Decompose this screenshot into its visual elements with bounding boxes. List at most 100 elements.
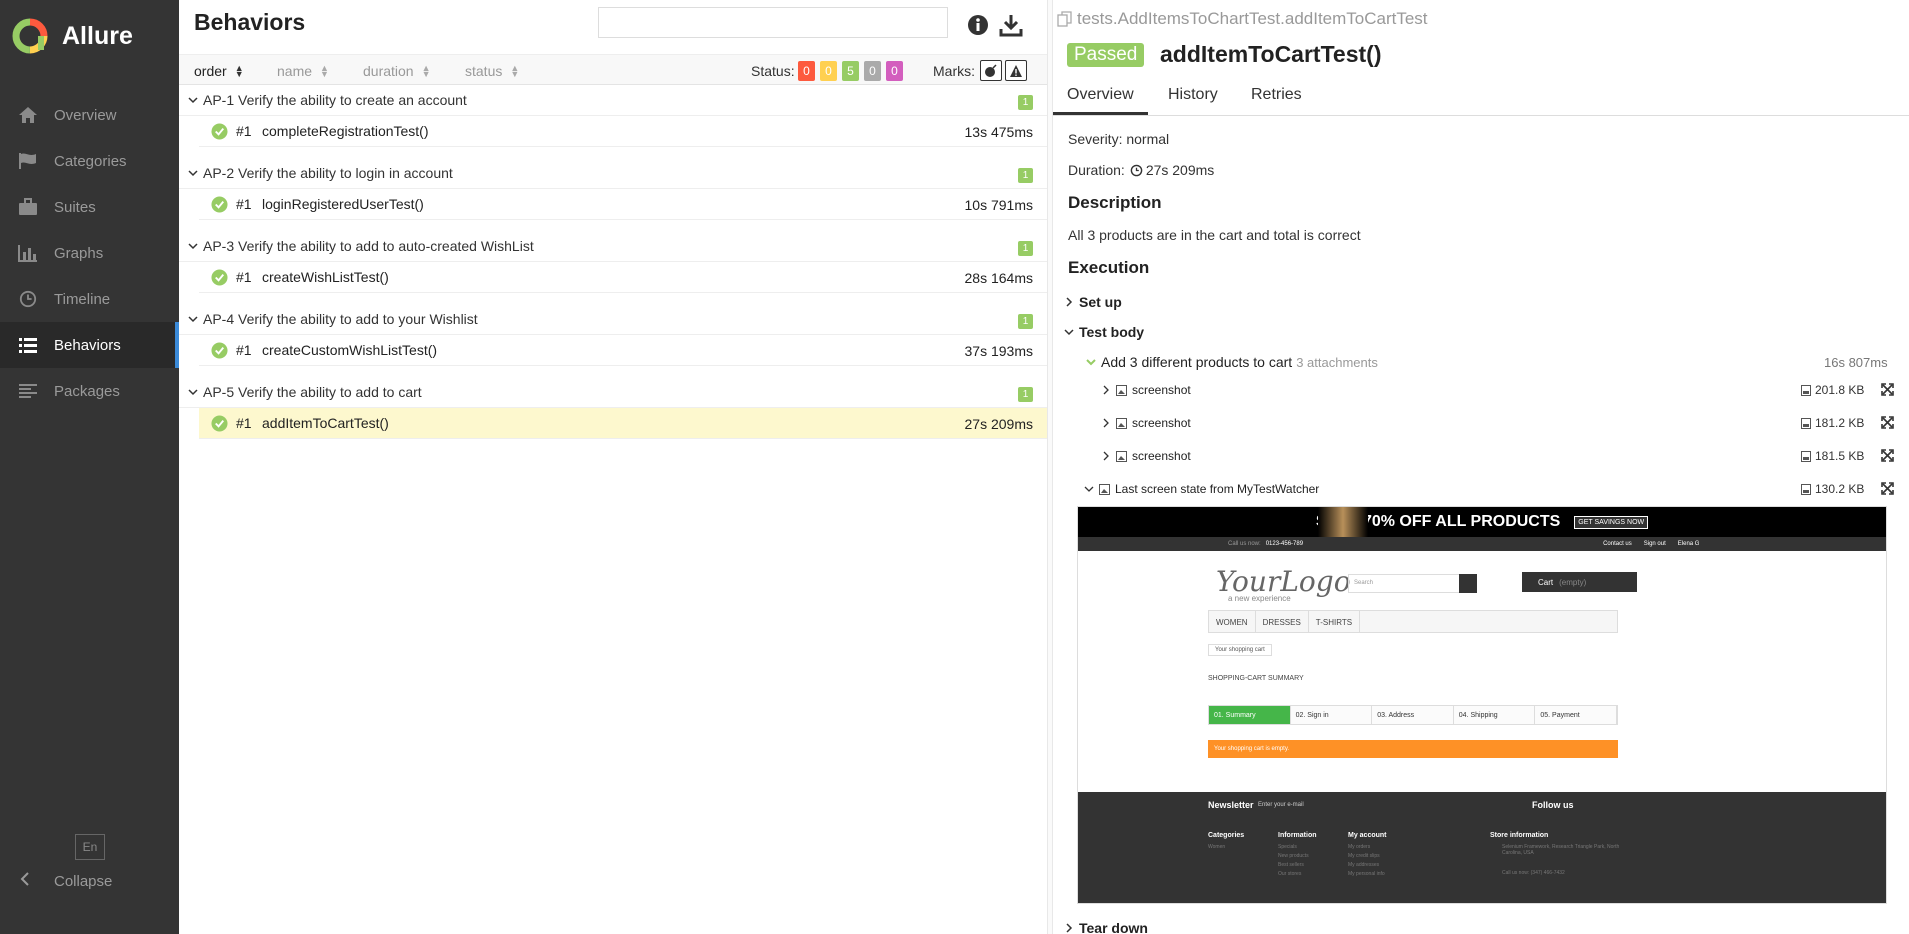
test-row[interactable]: #1 createWishListTest() 28s 164ms [199,262,1047,293]
description-heading: Description [1068,193,1162,212]
expand-icon[interactable] [1881,383,1894,396]
teardown-section[interactable]: Tear down [1063,920,1148,934]
brand[interactable]: Allure [12,16,133,56]
shot-phone: 0123-456-789 [1265,541,1304,547]
language-switch[interactable]: En [75,834,105,860]
behavior-group: AP-1 Verify the ability to create an acc… [179,85,1047,147]
test-number: #1 [236,196,252,212]
sidebar-item-packages[interactable]: Packages [0,368,179,414]
group-name: AP-2 Verify the ability to login in acco… [203,165,453,181]
test-row[interactable]: #1 createCustomWishListTest() 37s 193ms [199,335,1047,366]
attachment-size: 201.8 KB [1801,383,1864,397]
test-row-selected[interactable]: #1 addItemToCartTest() 27s 209ms [199,408,1047,439]
shot-breadcrumb: Your shopping cart [1208,644,1272,656]
chevron-right-icon [1103,418,1109,428]
test-name: createWishListTest() [262,269,389,285]
sidebar-item-categories[interactable]: Categories [0,138,179,184]
sort-duration[interactable]: duration ▲ ▼ [363,63,431,79]
shot-search: Search [1348,574,1460,593]
attachment-screenshot-preview[interactable]: SALE 70% OFF ALL PRODUCTS GET SAVINGS NO… [1077,506,1887,904]
image-icon [1116,450,1127,462]
test-row[interactable]: #1 completeRegistrationTest() 13s 475ms [199,116,1047,147]
bomb-icon [985,63,997,77]
group-header[interactable]: AP-5 Verify the ability to add to cart 1 [179,377,1047,408]
test-number: #1 [236,123,252,139]
attachment-row-expanded[interactable]: Last screen state from MyTestWatcher [1084,482,1319,496]
new-failed-mark-toggle[interactable] [1005,60,1027,81]
sort-order[interactable]: order ▲ ▼ [194,63,244,79]
sort-name[interactable]: name ▲ ▼ [277,63,329,79]
duration-row: Duration: 27s 209ms [1068,162,1214,178]
expand-icon[interactable] [1881,482,1894,495]
passed-check-icon [211,268,228,286]
shot-call-label: Call us now: [1228,541,1261,547]
shot-footer-title: Information [1278,832,1317,839]
shot-footer-item: New products [1278,853,1309,859]
step-name: Add 3 different products to cart [1101,354,1293,370]
tab-retries[interactable]: Retries [1251,86,1302,104]
shot-promo-button: GET SAVINGS NOW [1574,515,1649,529]
info-icon[interactable] [966,13,990,37]
attachment-row[interactable]: screenshot [1101,383,1191,397]
shot-footer: Categories Women Information Specials Ne… [1078,820,1886,903]
sort-status[interactable]: status ▲ ▼ [465,63,519,79]
test-row[interactable]: #1 loginRegisteredUserTest() 10s 791ms [199,189,1047,220]
test-duration: 13s 475ms [964,124,1033,140]
chevron-down-icon [188,97,198,104]
sidebar: Allure Overview Categories Suites Graphs [0,0,179,934]
status-broken-toggle[interactable]: 0 [820,61,837,81]
shot-step: 01. Summary [1209,706,1291,724]
flaky-mark-toggle[interactable] [980,60,1002,81]
shot-menu-item: WOMEN [1209,611,1256,632]
setup-section[interactable]: Set up [1063,294,1122,310]
attachment-name: screenshot [1132,383,1191,397]
status-filter-label: Status: [751,63,795,79]
behaviors-pane: Behaviors order ▲ ▼ name ▲ ▼ duration ▲ ▼ s… [179,0,1047,934]
group-header[interactable]: AP-3 Verify the ability to add to auto-c… [179,231,1047,262]
expand-icon[interactable] [1881,416,1894,429]
status-skipped-toggle[interactable]: 0 [864,61,881,81]
flag-icon [17,150,39,172]
passed-check-icon [211,414,228,432]
group-name: AP-3 Verify the ability to add to auto-c… [203,238,534,254]
group-header[interactable]: AP-4 Verify the ability to add to your W… [179,304,1047,335]
attachment-row[interactable]: screenshot [1101,416,1191,430]
status-unknown-toggle[interactable]: 0 [886,61,903,81]
sidebar-item-timeline[interactable]: Timeline [0,276,179,322]
sidebar-item-overview[interactable]: Overview [0,92,179,138]
chevron-right-icon [1066,297,1073,307]
search-input[interactable] [598,7,948,38]
status-passed-toggle[interactable]: 5 [842,61,859,81]
chevron-down-icon [1084,486,1094,492]
copy-icon[interactable] [1057,11,1073,27]
teardown-label: Tear down [1079,920,1148,934]
test-name: completeRegistrationTest() [262,123,429,139]
group-count-badge: 1 [1018,95,1033,110]
download-icon[interactable] [999,13,1023,37]
description-text: All 3 products are in the cart and total… [1068,227,1361,243]
tab-history[interactable]: History [1168,86,1218,104]
collapse-button[interactable]: Collapse [20,872,112,890]
file-icon [1801,450,1811,462]
attachment-row[interactable]: screenshot [1101,449,1191,463]
sidebar-item-behaviors[interactable]: Behaviors [0,322,179,368]
shot-footer-item: Women [1208,844,1226,850]
chevron-left-icon [20,872,34,890]
shot-footer-item: Best sellers [1278,862,1304,868]
shot-follow: Follow us [1532,800,1574,810]
shot-menu-item: T-SHIRTS [1309,611,1361,632]
sort-status-label: status [465,63,503,79]
expand-icon[interactable] [1881,449,1894,462]
step-row[interactable]: Add 3 different products to cart 3 attac… [1085,354,1378,370]
test-body-section[interactable]: Test body [1063,324,1144,340]
group-header[interactable]: AP-1 Verify the ability to create an acc… [179,85,1047,116]
status-failed-toggle[interactable]: 0 [798,61,815,81]
group-header[interactable]: AP-2 Verify the ability to login in acco… [179,158,1047,189]
chevron-down-icon [1064,329,1074,336]
sidebar-item-suites[interactable]: Suites [0,184,179,230]
collapse-label: Collapse [54,872,113,890]
tab-overview[interactable]: Overview [1053,86,1148,115]
list-icon [17,334,39,356]
sort-order-label: order [194,63,227,79]
sidebar-item-graphs[interactable]: Graphs [0,230,179,276]
